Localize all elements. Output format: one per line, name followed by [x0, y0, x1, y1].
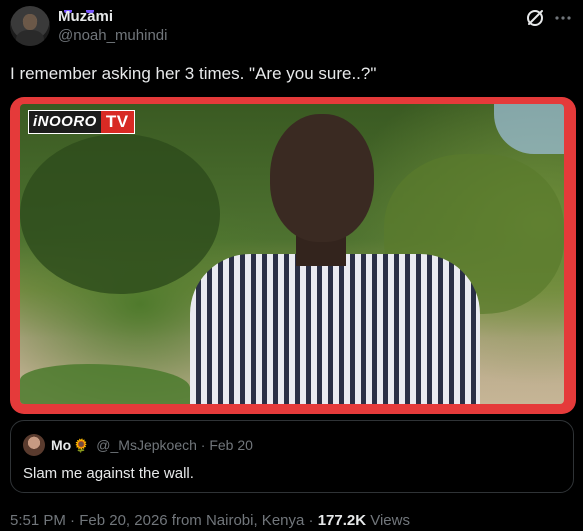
author-block: Muzami @noah_muhindi [58, 7, 167, 46]
views-label: Views [370, 512, 410, 529]
grok-icon[interactable] [525, 8, 545, 28]
photo-person [170, 114, 480, 404]
avatar-face [23, 14, 37, 30]
person-shirt [190, 254, 480, 404]
quote-separator: · [200, 437, 206, 453]
quote-author-handle[interactable]: @_MsJepkoech [96, 437, 197, 453]
avatar-body [16, 30, 44, 46]
views-count: 177.2K [317, 512, 367, 529]
person-head [270, 114, 374, 242]
logo-part2: TV [100, 111, 134, 133]
author-display-name[interactable]: Muzami [58, 7, 167, 26]
tweet-time[interactable]: 5:51 PM [10, 512, 66, 529]
logo-part1: iNOORO [29, 111, 101, 133]
tweet-meta: 5:51 PM · Feb 20, 2026 from Nairobi, Ken… [10, 511, 410, 530]
photo-sky [494, 104, 564, 154]
previous-tweet-strip [64, 0, 124, 13]
quote-text: Slam me against the wall. [23, 465, 194, 482]
tweet-header: Muzami @noah_muhindi [10, 6, 573, 46]
quote-header: Mo 🌻 @_MsJepkoech · Feb 20 [51, 436, 253, 455]
sunflower-icon: 🌻 [73, 438, 90, 453]
quote-avatar[interactable] [23, 434, 45, 456]
tweet-date-location[interactable]: Feb 20, 2026 from Nairobi, Kenya [79, 512, 304, 529]
inooro-tv-logo: iNOORO TV [28, 110, 135, 134]
photo-grass [20, 364, 190, 404]
tweet-text: I remember asking her 3 times. "Are you … [10, 64, 377, 83]
quote-date[interactable]: Feb 20 [209, 437, 253, 453]
quote-author-name[interactable]: Mo [51, 437, 71, 453]
avatar[interactable] [10, 6, 50, 46]
tweet-media[interactable]: iNOORO TV [10, 97, 576, 414]
media-photo: iNOORO TV [20, 104, 564, 404]
meta-separator-1: · [70, 512, 76, 529]
quoted-tweet[interactable]: Mo 🌻 @_MsJepkoech · Feb 20 Slam me agains… [10, 420, 574, 493]
author-handle[interactable]: @noah_muhindi [58, 26, 167, 46]
meta-separator-2: · [308, 512, 314, 529]
more-icon[interactable] [553, 8, 573, 28]
